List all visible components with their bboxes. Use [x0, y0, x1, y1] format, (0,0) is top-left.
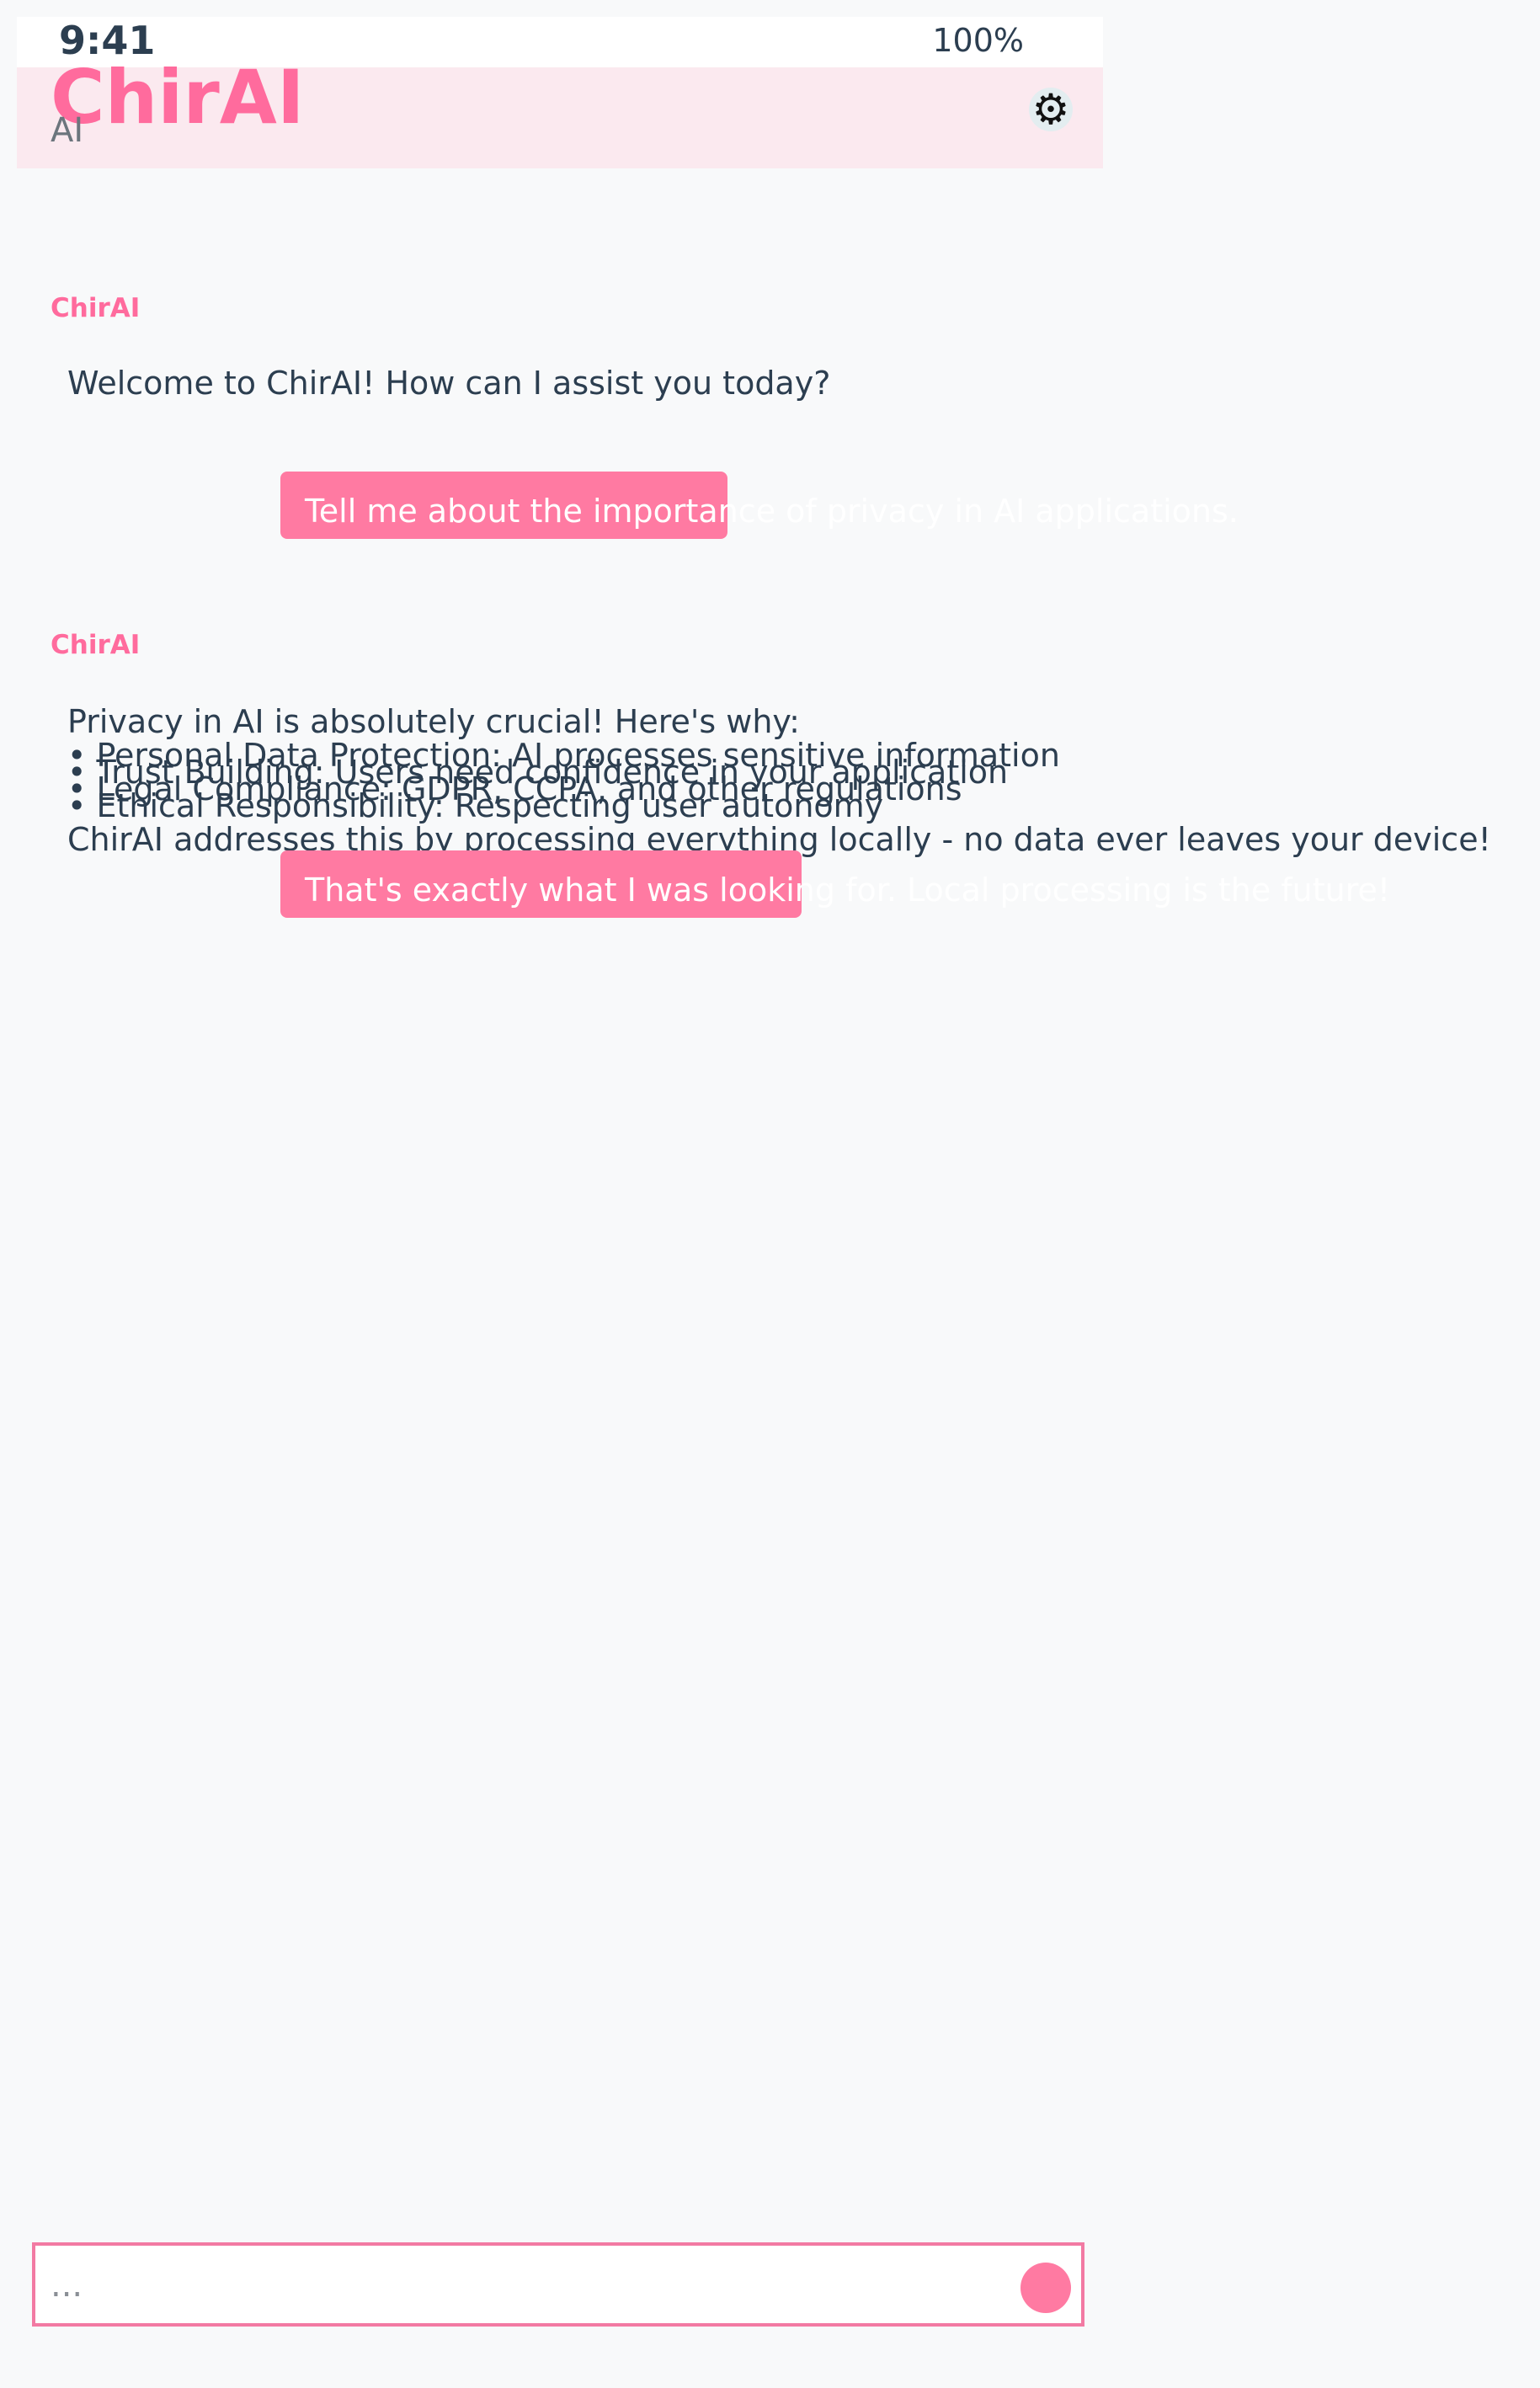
gear-icon: ⚙ [1031, 85, 1070, 134]
bot-message-text: Welcome to ChirAI! How can I assist you … [67, 365, 831, 402]
status-indicators: 100% [914, 17, 1061, 64]
app-title: ChirAI [51, 54, 305, 141]
app-subtitle: AI [51, 111, 84, 150]
user-message-text: That's exactly what I was looking for. L… [305, 872, 1391, 909]
bot-message-line: Privacy in AI is absolutely crucial! Her… [67, 703, 800, 740]
send-button[interactable] [1020, 2263, 1071, 2313]
user-message-text: Tell me about the importance of privacy … [305, 493, 1239, 530]
message-input[interactable] [49, 2259, 1020, 2311]
settings-button[interactable]: ⚙ [1029, 88, 1073, 131]
bot-message-bullet: • Ethical Responsibility: Respecting use… [67, 787, 884, 824]
bot-sender-name: ChirAI [51, 630, 141, 660]
bot-sender-name: ChirAI [51, 293, 141, 323]
battery-percentage: 100% [932, 22, 1024, 59]
app-header: ChirAI AI ⚙ [17, 54, 1103, 168]
message-input-bar [32, 2242, 1084, 2327]
